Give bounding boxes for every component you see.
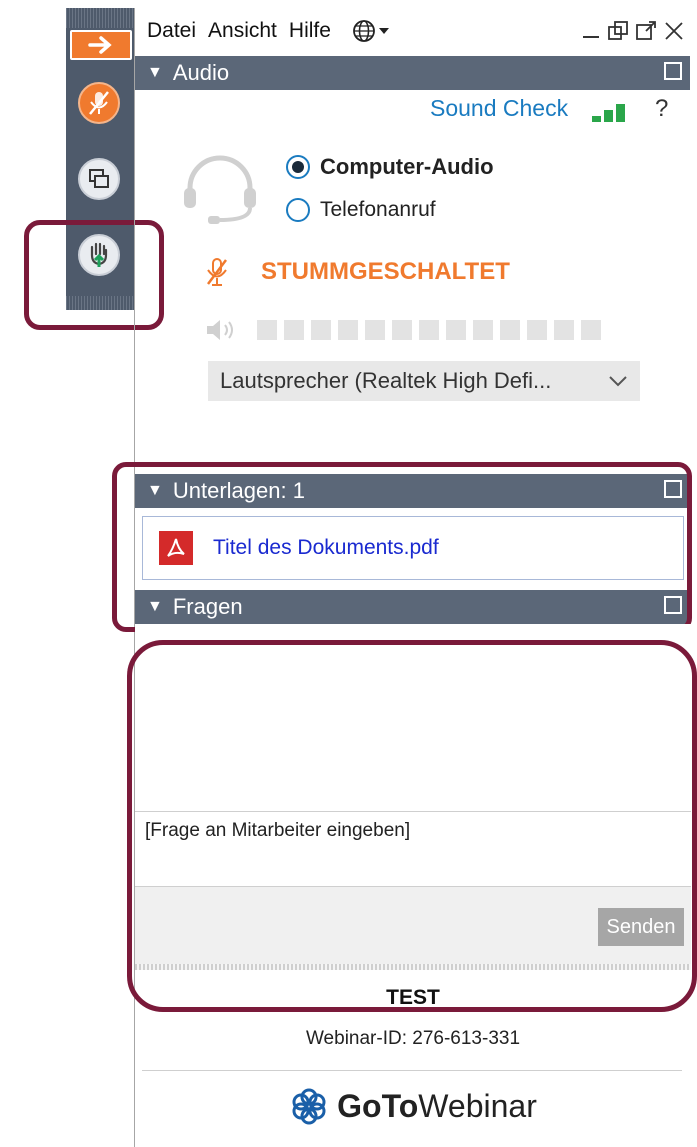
muted-status: STUMMGESCHALTET bbox=[261, 258, 510, 285]
mic-muted-icon bbox=[207, 258, 227, 286]
radio-computer-audio[interactable]: Computer-Audio bbox=[286, 154, 494, 180]
computer-audio-label: Computer-Audio bbox=[320, 154, 494, 179]
language-menu[interactable] bbox=[351, 18, 389, 44]
level-segment bbox=[365, 320, 385, 340]
close-icon[interactable] bbox=[663, 20, 685, 42]
speaker-select-value: Lautsprecher (Realtek High Defi... bbox=[220, 368, 552, 393]
level-segment bbox=[392, 320, 412, 340]
level-segment bbox=[419, 320, 439, 340]
level-segment bbox=[257, 320, 277, 340]
audio-title: Audio bbox=[172, 60, 230, 85]
mute-button[interactable] bbox=[78, 82, 120, 124]
menu-hilfe[interactable]: Hilfe bbox=[289, 19, 331, 43]
globe-icon bbox=[353, 20, 375, 42]
gotowebinar-flower-icon bbox=[292, 1088, 326, 1125]
mic-muted-icon bbox=[89, 91, 109, 115]
sound-check-link[interactable]: Sound Check bbox=[430, 95, 568, 122]
level-segment bbox=[284, 320, 304, 340]
screen-share-icon bbox=[89, 169, 109, 188]
webinar-title: TEST bbox=[386, 986, 440, 1009]
level-segment bbox=[554, 320, 574, 340]
volume-level-meter bbox=[257, 320, 608, 340]
telefonanruf-label: Telefonanruf bbox=[320, 198, 436, 221]
collapse-panel-button[interactable] bbox=[70, 30, 132, 60]
popout-section-icon[interactable] bbox=[664, 62, 682, 80]
brand-light: Webinar bbox=[418, 1087, 537, 1124]
divider bbox=[142, 1070, 682, 1071]
level-segment bbox=[500, 320, 520, 340]
signal-bars-icon bbox=[592, 104, 625, 122]
highlight-documents bbox=[112, 462, 692, 632]
arrow-right-icon bbox=[88, 36, 112, 54]
radio-telefonanruf[interactable]: Telefonanruf bbox=[286, 198, 436, 222]
screen-button[interactable] bbox=[78, 158, 120, 200]
collapse-triangle-icon: ▼ bbox=[147, 64, 163, 81]
audio-section-header[interactable]: ▼ Audio bbox=[135, 56, 690, 90]
highlight-raise-hand bbox=[24, 220, 164, 330]
highlight-questions bbox=[127, 640, 697, 1012]
headset-icon bbox=[184, 155, 256, 224]
level-segment bbox=[446, 320, 466, 340]
webinar-id: Webinar-ID: 276-613-331 bbox=[305, 1028, 521, 1049]
menu-bar: Datei Ansicht Hilfe bbox=[135, 8, 691, 54]
dock-grip[interactable] bbox=[66, 8, 134, 28]
level-segment bbox=[527, 320, 547, 340]
level-segment bbox=[338, 320, 358, 340]
menu-datei[interactable]: Datei bbox=[147, 19, 196, 43]
menu-ansicht[interactable]: Ansicht bbox=[208, 19, 277, 43]
level-segment bbox=[473, 320, 493, 340]
level-segment bbox=[311, 320, 331, 340]
audio-help[interactable]: ? bbox=[655, 95, 668, 123]
speaker-icon bbox=[207, 320, 233, 340]
restore-icon[interactable] bbox=[607, 20, 629, 42]
radio-computer-audio-dot[interactable] bbox=[286, 155, 310, 179]
chevron-down-icon bbox=[609, 376, 627, 387]
popout-icon[interactable] bbox=[635, 20, 657, 42]
chevron-down-icon bbox=[378, 28, 389, 34]
gotowebinar-logo: GoTo Webinar bbox=[135, 1086, 691, 1126]
radio-telefonanruf-dot[interactable] bbox=[286, 198, 310, 222]
level-segment bbox=[581, 320, 601, 340]
minimize-icon[interactable] bbox=[581, 21, 601, 41]
speaker-select[interactable]: Lautsprecher (Realtek High Defi... bbox=[208, 361, 640, 401]
brand-bold: GoTo bbox=[337, 1087, 419, 1124]
